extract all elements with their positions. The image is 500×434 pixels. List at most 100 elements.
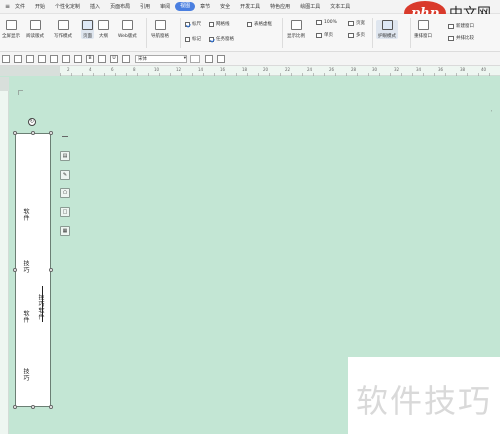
writing-mode-button[interactable]: 写作模式	[54, 20, 72, 39]
task-pane-checkbox[interactable]: 任务窗格	[209, 36, 234, 42]
color-icon[interactable]	[122, 54, 130, 63]
paint-icon[interactable]	[98, 54, 106, 63]
reading-layout-button[interactable]: 阅读版式	[26, 20, 44, 39]
zoom-label: 显示比例	[287, 34, 305, 39]
multi-page-button[interactable]: 多页	[348, 32, 365, 38]
menu-item-developer[interactable]: 开发工具	[235, 0, 265, 14]
menu-icon[interactable]: ≡	[0, 0, 10, 14]
resize-handle[interactable]	[13, 405, 17, 409]
menu-item-references[interactable]: 引用	[135, 0, 155, 14]
resize-handle[interactable]	[31, 405, 35, 409]
ruler-number: 10	[154, 67, 160, 72]
eye-protection-label: 护眼模式	[378, 34, 396, 39]
open-icon[interactable]	[14, 54, 22, 63]
menu-item-text-tools[interactable]: 文本工具	[325, 0, 355, 14]
resize-handle[interactable]	[49, 405, 53, 409]
pencil-icon[interactable]: ✎	[60, 170, 70, 180]
more-icon[interactable]	[217, 54, 225, 63]
ribbon-divider	[180, 18, 181, 48]
menu-item-security[interactable]: 安全	[215, 0, 235, 14]
shape-quick-toolbar: ▤ ✎ ⬠ □ ▦	[59, 136, 71, 242]
fullscreen-button[interactable]: 全屏显示	[2, 20, 20, 39]
resize-handle[interactable]	[31, 131, 35, 135]
ruler-checkbox[interactable]: 标尺	[185, 21, 201, 27]
save-icon[interactable]	[26, 54, 34, 63]
underline-button[interactable]: U	[110, 54, 118, 63]
menu-item-review[interactable]: 审阅	[155, 0, 175, 14]
shape-fill-icon[interactable]: ⬠	[60, 188, 70, 198]
pen-icon	[57, 20, 69, 30]
resize-handle[interactable]	[13, 131, 17, 135]
menu-item-file[interactable]: 文件	[10, 0, 30, 14]
collapse-icon[interactable]	[62, 136, 68, 137]
undo-icon[interactable]	[62, 54, 70, 63]
vertical-ruler-margin	[0, 77, 9, 91]
checkbox-icon	[209, 36, 214, 42]
ruler-number: 28	[351, 67, 357, 72]
single-page-icon	[316, 32, 322, 38]
new-window-button[interactable]: 新建窗口	[448, 23, 474, 29]
layout-options-icon[interactable]: ▤	[60, 151, 70, 161]
zoom-100-button[interactable]: 100%	[316, 20, 337, 25]
page-corner-mark	[18, 90, 23, 95]
menu-item-view[interactable]: 视图	[175, 2, 196, 11]
checkbox-icon	[185, 21, 190, 27]
arrange-windows-button[interactable]: 重排窗口	[414, 20, 432, 39]
new-window-icon	[448, 23, 454, 29]
menu-item-drawing-tools[interactable]: 绘图工具	[295, 0, 325, 14]
rotate-handle-icon[interactable]: ↻	[28, 118, 36, 126]
menu-item-insert[interactable]: 插入	[85, 0, 105, 14]
checkbox-icon	[247, 21, 252, 27]
outline-icon	[98, 20, 109, 30]
web-layout-button[interactable]: Web版式	[118, 20, 137, 39]
web-layout-icon	[121, 20, 133, 30]
ruler-left-margin	[0, 66, 60, 76]
resize-handle[interactable]	[49, 131, 53, 135]
zoom-button[interactable]: 显示比例	[287, 20, 305, 39]
menu-item-home[interactable]: 开始	[30, 0, 50, 14]
eye-protection-button[interactable]: 护眼模式	[376, 20, 398, 39]
outline-square-icon[interactable]: □	[60, 207, 70, 217]
reading-layout-icon	[29, 20, 41, 30]
single-page-button[interactable]: 单页	[316, 32, 333, 38]
nav-pane-label: 导航窗格	[151, 34, 169, 39]
resize-handle[interactable]	[13, 268, 17, 272]
preview-icon[interactable]	[50, 54, 58, 63]
textbox-text: 技巧	[22, 368, 29, 381]
ruler-number: 26	[329, 67, 335, 72]
new-doc-icon[interactable]	[2, 54, 10, 63]
vertical-ruler[interactable]	[0, 77, 9, 434]
redo-icon[interactable]	[74, 54, 82, 63]
format-toolbar: B U 宋体 ▾	[0, 52, 500, 66]
ruler-number: 24	[307, 67, 313, 72]
markup-checkbox[interactable]: 标记	[185, 36, 201, 42]
font-size-select[interactable]	[190, 54, 200, 63]
ribbon-divider	[372, 18, 373, 48]
bold-button[interactable]: B	[86, 54, 94, 63]
page-view-label: 页面	[83, 34, 92, 39]
outline-view-button[interactable]: 大纲	[98, 20, 109, 39]
ribbon-divider	[410, 18, 411, 48]
page-width-button[interactable]: 页宽	[348, 20, 365, 26]
textbox-text: 软件	[22, 208, 29, 221]
gridlines-checkbox[interactable]: 网格线	[209, 21, 230, 27]
nav-pane-button[interactable]: 导航窗格	[151, 20, 169, 39]
font-select[interactable]: 宋体 ▾	[135, 54, 187, 63]
page-view-button[interactable]: 页面	[81, 20, 94, 39]
shape-icon[interactable]	[205, 54, 213, 63]
ruler-number: 14	[198, 67, 204, 72]
vertical-textbox[interactable]: 软件 技巧 软件 技巧 技巧软件	[15, 133, 51, 407]
table-gridlines-checkbox[interactable]: 表格虚框	[247, 21, 272, 27]
horizontal-ruler[interactable]: 2 4 6 8 10 12 14 16 18 20 22 24 26 28 30…	[0, 66, 500, 76]
web-layout-label: Web版式	[118, 34, 137, 39]
menu-item-features[interactable]: 特色应用	[265, 0, 295, 14]
wrap-text-icon[interactable]: ▦	[60, 226, 70, 236]
side-by-side-button[interactable]: 并排比较	[448, 35, 474, 41]
textbox-text: 技巧软件	[37, 294, 44, 320]
table-gridlines-checkbox-label: 表格虚框	[254, 22, 272, 27]
menu-item-section[interactable]: 章节	[195, 0, 215, 14]
print-icon[interactable]	[38, 54, 46, 63]
menu-item-custom[interactable]: 个性化定制	[50, 0, 85, 14]
resize-handle[interactable]	[49, 268, 53, 272]
menu-item-layout[interactable]: 页面布局	[105, 0, 135, 14]
